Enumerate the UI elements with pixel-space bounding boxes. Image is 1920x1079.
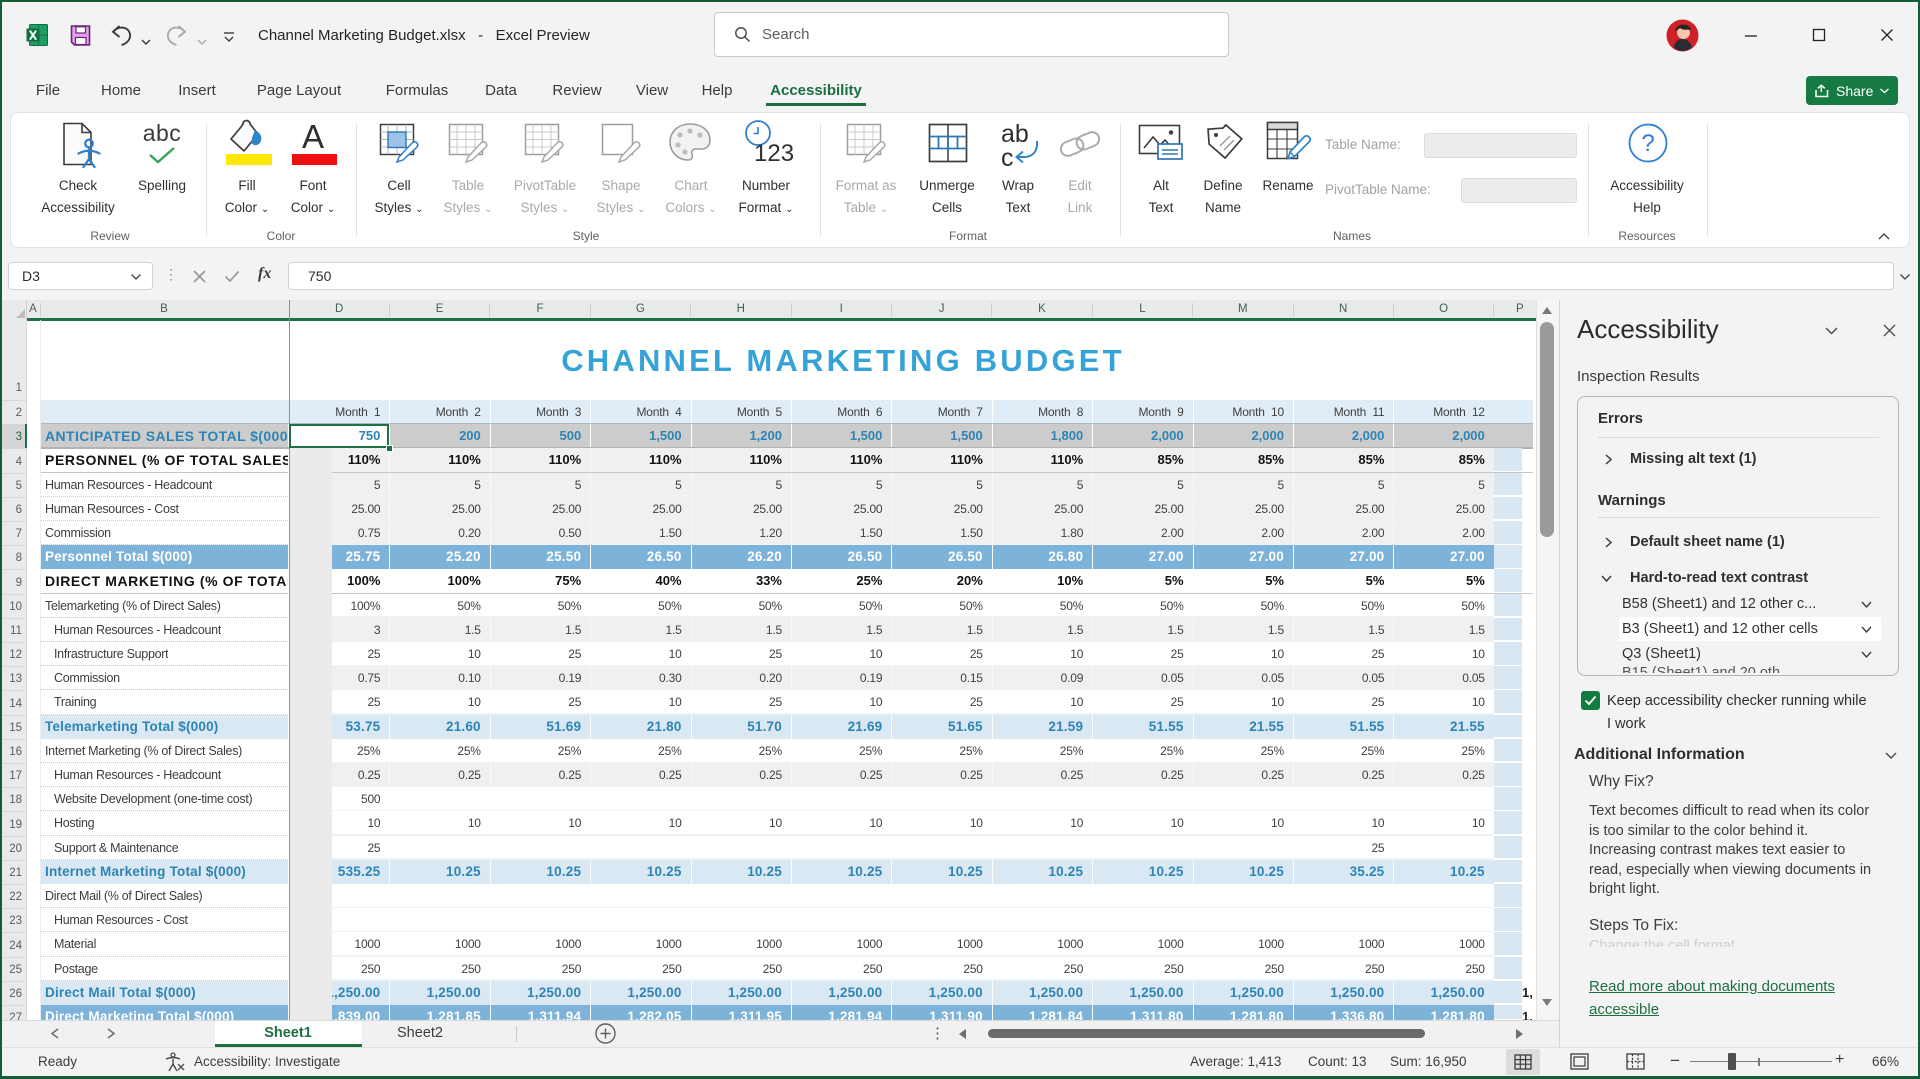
svg-text:?: ? — [1641, 130, 1654, 157]
svg-text:123: 123 — [754, 140, 794, 167]
svg-text:c: c — [1001, 144, 1014, 167]
